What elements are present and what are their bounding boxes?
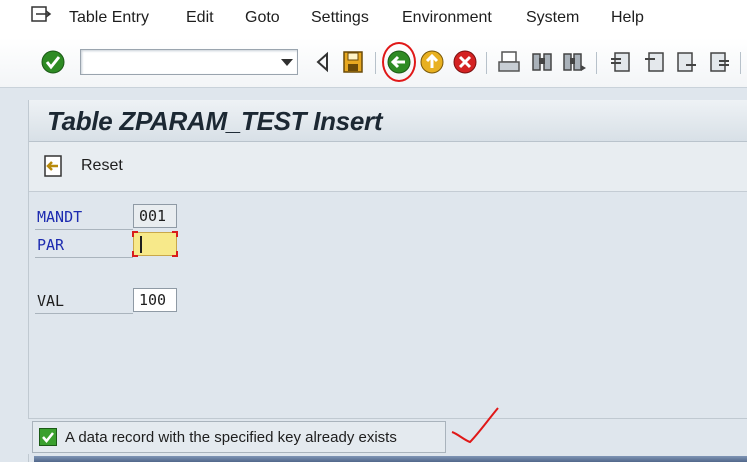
cancel-icon[interactable] — [452, 49, 478, 75]
previous-page-icon[interactable] — [641, 49, 667, 75]
command-dropdown-icon[interactable] — [281, 59, 293, 66]
next-page-icon[interactable] — [674, 49, 700, 75]
last-page-icon[interactable] — [707, 49, 733, 75]
val-label: VAL — [37, 292, 65, 310]
status-bar: A data record with the specified key alr… — [28, 418, 747, 454]
toolbar-separator — [596, 52, 597, 74]
row-divider — [35, 257, 133, 258]
val-value: 100 — [139, 291, 167, 309]
par-label: PAR — [37, 236, 65, 254]
toolbar-separator — [375, 52, 376, 74]
menu-goto[interactable]: Goto — [245, 9, 280, 27]
menu-help[interactable]: Help — [611, 9, 644, 27]
mandt-field: 001 — [133, 204, 177, 228]
menu-environment[interactable]: Environment — [402, 9, 492, 27]
save-icon[interactable] — [340, 49, 366, 75]
expand-left-icon[interactable] — [310, 49, 336, 75]
row-divider — [35, 229, 133, 230]
toolbar-separator — [740, 52, 741, 74]
toolbar-separator — [486, 52, 487, 74]
find-next-icon[interactable] — [561, 49, 587, 75]
screen-area: Table ZPARAM_TEST Insert Reset MANDT 001… — [28, 100, 747, 462]
command-field[interactable] — [80, 49, 298, 75]
application-toolbar: Reset — [29, 142, 747, 192]
menu-settings[interactable]: Settings — [311, 9, 369, 27]
enter-icon[interactable] — [40, 49, 66, 75]
print-icon[interactable] — [496, 49, 522, 75]
page-title: Table ZPARAM_TEST Insert — [47, 106, 383, 136]
exit-icon[interactable] — [419, 49, 445, 75]
focus-corner — [132, 231, 138, 237]
success-icon — [39, 428, 57, 446]
status-message[interactable]: A data record with the specified key alr… — [32, 421, 446, 453]
row-divider — [35, 313, 133, 314]
text-cursor — [140, 236, 142, 253]
mandt-value: 001 — [139, 207, 167, 225]
focus-corner — [172, 231, 178, 237]
menu-edit[interactable]: Edit — [186, 9, 214, 27]
annotation-checkmark — [451, 407, 499, 444]
menu-system[interactable]: System — [526, 9, 579, 27]
menu-table-entry[interactable]: Table Entry — [69, 9, 149, 27]
standard-toolbar — [0, 38, 747, 88]
annotation-circle — [382, 42, 416, 82]
status-text: A data record with the specified key alr… — [65, 429, 397, 446]
par-field[interactable] — [132, 231, 178, 257]
system-menu-icon[interactable] — [30, 6, 52, 26]
reset-button[interactable]: Reset — [81, 157, 123, 175]
mandt-label: MANDT — [37, 208, 83, 226]
first-page-icon[interactable] — [607, 49, 633, 75]
focus-corner — [172, 251, 178, 257]
menu-bar: Table Entry Edit Goto Settings Environme… — [0, 0, 747, 38]
window-bottom-edge — [34, 456, 747, 462]
title-bar: Table ZPARAM_TEST Insert — [29, 100, 747, 142]
reset-icon[interactable] — [42, 154, 64, 178]
find-icon[interactable] — [529, 49, 555, 75]
val-field[interactable]: 100 — [133, 288, 177, 312]
